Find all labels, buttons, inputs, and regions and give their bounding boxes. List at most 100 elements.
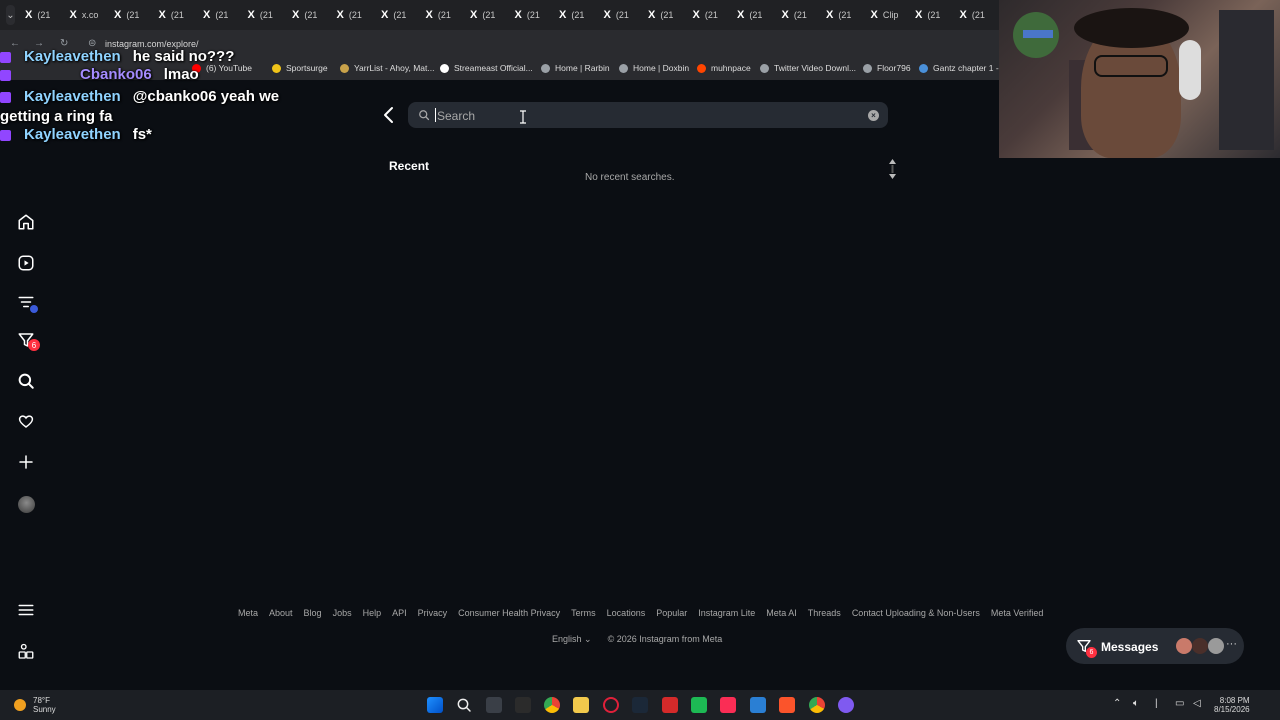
footer-link[interactable]: Meta AI <box>766 608 797 618</box>
x-icon: X <box>114 9 122 21</box>
app-icon[interactable] <box>691 697 707 713</box>
browser-tab[interactable]: X (21 <box>911 2 951 28</box>
speaker-icon[interactable]: ◁ <box>1193 698 1201 709</box>
footer-link[interactable]: Contact Uploading & Non-Users <box>852 608 980 618</box>
browser-tab[interactable]: X (21 <box>555 2 595 28</box>
search-field-icon <box>419 110 430 121</box>
weather-widget[interactable]: 78°F Sunny <box>33 696 56 714</box>
search-icon[interactable] <box>456 697 472 713</box>
footer-link[interactable]: Locations <box>607 608 646 618</box>
opera-icon[interactable] <box>603 697 619 713</box>
bookmark-item[interactable]: muhnpace <box>697 63 751 73</box>
mic-icon[interactable]: | <box>1155 698 1158 709</box>
language-select[interactable]: English ⌄ <box>552 634 592 645</box>
browser-tab[interactable]: X Clip <box>867 2 907 28</box>
music-icon[interactable] <box>720 697 736 713</box>
chrome-icon[interactable] <box>544 697 560 713</box>
footer-link[interactable]: Popular <box>656 608 687 618</box>
search-input[interactable] <box>435 106 859 126</box>
footer-link[interactable]: About <box>269 608 293 618</box>
browser-tab[interactable]: X (21 <box>689 2 729 28</box>
tab-label: (21 <box>793 10 807 20</box>
x-icon: X <box>826 9 834 21</box>
brave-icon[interactable] <box>779 697 795 713</box>
messages-button[interactable]: 6 Messages ··· <box>1066 628 1244 664</box>
footer-link[interactable]: Consumer Health Privacy <box>458 608 560 618</box>
footer-link[interactable]: Meta Verified <box>991 608 1044 618</box>
bookmark-item[interactable]: Home | Doxbin <box>619 63 689 73</box>
clock[interactable]: 8:08 PM 8/15/2026 <box>1214 696 1250 714</box>
footer-link[interactable]: Privacy <box>418 608 448 618</box>
browser-tab[interactable]: X (21 <box>333 2 373 28</box>
heart-icon[interactable] <box>16 411 36 431</box>
home-icon[interactable] <box>16 212 36 232</box>
clear-search-icon[interactable]: × <box>868 110 879 121</box>
steam-icon[interactable] <box>632 697 648 713</box>
footer-link[interactable]: Blog <box>304 608 322 618</box>
browser-tab[interactable]: X (21 <box>244 2 284 28</box>
app-icon[interactable] <box>750 697 766 713</box>
footer-link[interactable]: Instagram Lite <box>698 608 755 618</box>
bookmark-item[interactable]: Gantz chapter 1 - R <box>919 63 1007 73</box>
browser-tab[interactable]: X (21 <box>778 2 818 28</box>
back-chevron-icon[interactable] <box>382 105 398 125</box>
tab-label: (21 <box>571 10 585 20</box>
browser-tab[interactable]: X (21 <box>422 2 462 28</box>
chrome-icon[interactable] <box>809 697 825 713</box>
browser-tab[interactable]: X (21 <box>733 2 773 28</box>
plus-icon[interactable] <box>16 452 36 472</box>
browser-tab[interactable]: X (21 <box>644 2 684 28</box>
chat-message: Kayleavethen fs* <box>0 126 152 143</box>
chat-text: @cbanko06 yeah we <box>132 88 280 105</box>
browser-tab[interactable]: X (21 <box>21 2 61 28</box>
bookmark-item[interactable]: Streameast Official... <box>440 63 533 73</box>
browser-tab[interactable]: X (21 <box>199 2 239 28</box>
bookmark-item[interactable]: YarrList - Ahoy, Mat... <box>340 63 434 73</box>
footer-link[interactable]: Meta <box>238 608 258 618</box>
reels-icon[interactable] <box>16 253 36 273</box>
profile-avatar[interactable] <box>16 494 36 514</box>
browser-tab[interactable]: X (21 <box>511 2 551 28</box>
app-icon[interactable] <box>662 697 678 713</box>
chevron-up-icon[interactable]: ⌃ <box>1113 698 1121 709</box>
tab-label: (21 <box>927 10 941 20</box>
windows-start-icon[interactable] <box>427 697 443 713</box>
more-icon[interactable]: ··· <box>1226 638 1237 650</box>
scroll-arrows[interactable] <box>888 157 897 181</box>
bookmark-item[interactable]: Home | Rarbin <box>541 63 610 73</box>
browser-tab[interactable]: X (21 <box>466 2 506 28</box>
menu-icon[interactable] <box>16 600 36 620</box>
browser-tab[interactable]: Xx.co <box>66 2 106 28</box>
tab-label: (21 <box>215 10 229 20</box>
browser-tab[interactable]: X (21 <box>822 2 862 28</box>
browser-tab[interactable]: X (21 <box>288 2 328 28</box>
browser-tab[interactable]: X (21 <box>110 2 150 28</box>
tab-label: (21 <box>437 10 451 20</box>
bookmark-item[interactable]: Twitter Video Downl... <box>760 63 856 73</box>
footer-link[interactable]: Help <box>363 608 382 618</box>
network-icon[interactable]: ▭ <box>1175 698 1184 709</box>
browser-tab[interactable]: X (21 <box>956 2 996 28</box>
footer-link[interactable]: API <box>392 608 407 618</box>
footer-link[interactable]: Threads <box>808 608 841 618</box>
search-icon[interactable] <box>16 371 36 391</box>
x-icon: X <box>381 9 389 21</box>
chat-username: Cbanko06 <box>80 66 152 83</box>
browser-tab[interactable]: X (21 <box>377 2 417 28</box>
footer-link[interactable]: Terms <box>571 608 596 618</box>
volume-icon[interactable]: 🔈︎ <box>1133 698 1139 709</box>
epic-games-icon[interactable] <box>515 697 531 713</box>
x-icon: X <box>292 9 300 21</box>
discord-icon[interactable] <box>838 697 854 713</box>
file-explorer-icon[interactable] <box>573 697 589 713</box>
task-view-icon[interactable] <box>486 697 502 713</box>
tab-search-button[interactable]: ⌄ <box>6 5 15 25</box>
footer-link[interactable]: Jobs <box>333 608 352 618</box>
bookmark-item[interactable]: Floor796 <box>863 63 911 73</box>
x-icon: X <box>781 9 789 21</box>
browser-tab[interactable]: X (21 <box>155 2 195 28</box>
bookmark-label: Floor796 <box>877 63 911 73</box>
apps-icon[interactable] <box>16 642 36 662</box>
search-field[interactable] <box>408 102 888 128</box>
browser-tab[interactable]: X (21 <box>600 2 640 28</box>
